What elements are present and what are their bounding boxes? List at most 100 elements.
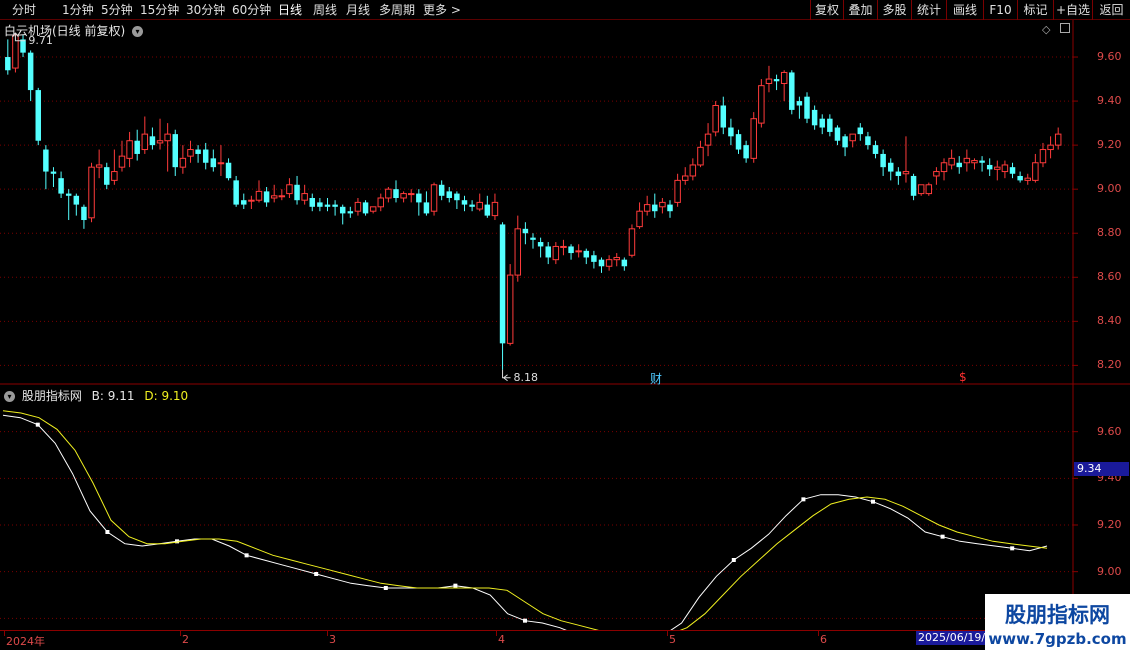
timeframe-tab-9[interactable]: 多周期 bbox=[379, 2, 415, 18]
candle-body-down bbox=[58, 178, 64, 194]
chevron-down-icon[interactable]: ▾ bbox=[132, 26, 144, 37]
timeframe-tab-10[interactable]: 更多 > bbox=[423, 2, 461, 18]
candle-body-up bbox=[286, 184, 293, 195]
candle-body-down bbox=[621, 259, 628, 267]
y-tick-label: 9.60 bbox=[1097, 50, 1122, 64]
timeframe-tab-8[interactable]: 月线 bbox=[346, 2, 370, 18]
candle-body-down bbox=[149, 136, 156, 146]
candle-body-down bbox=[888, 162, 894, 172]
x-tick-label: 2024年 bbox=[6, 635, 45, 648]
timeframe-tab-2[interactable]: 5分钟 bbox=[101, 2, 133, 18]
candle-body-down bbox=[499, 224, 506, 344]
toolbar-button-7[interactable]: +自选 bbox=[1053, 0, 1092, 20]
indicator-point bbox=[1010, 546, 1015, 551]
indicator-point bbox=[244, 553, 249, 558]
candle-body-up bbox=[354, 201, 362, 212]
candle-body-up bbox=[933, 171, 940, 177]
candle-body-up bbox=[270, 195, 278, 199]
candle-body-down bbox=[27, 52, 34, 91]
toolbar-button-2[interactable]: 多股 bbox=[877, 0, 911, 20]
candle-body-down bbox=[545, 246, 551, 258]
candle-body-up bbox=[1032, 162, 1039, 181]
candle-body-up bbox=[712, 104, 719, 133]
candle-body-down bbox=[819, 118, 825, 128]
window-toggle-icon[interactable] bbox=[1060, 23, 1070, 33]
low-marker-arrow bbox=[502, 369, 511, 382]
timeframe-tab-0[interactable]: 分时 bbox=[12, 2, 36, 18]
candle-body-down bbox=[1017, 175, 1023, 181]
b-label: B: bbox=[91, 389, 104, 403]
candle-body-down bbox=[5, 57, 11, 71]
y-tick-label: 8.60 bbox=[1097, 270, 1122, 284]
timeframe-tab-3[interactable]: 15分钟 bbox=[140, 2, 179, 18]
chart-title: 白云机场(日线 前复权) ▾ bbox=[4, 22, 144, 39]
candle-body-down bbox=[827, 118, 833, 132]
stock-title: 白云机场(日线 前复权) bbox=[4, 24, 126, 38]
candle-body-up bbox=[605, 259, 613, 267]
candle-body-up bbox=[971, 160, 978, 164]
x-tick-label: 4 bbox=[498, 633, 505, 646]
candle-body-up bbox=[506, 274, 514, 344]
candle-body-up bbox=[636, 210, 643, 228]
candle-body-down bbox=[743, 145, 749, 159]
candle-body-up bbox=[613, 256, 620, 261]
indicator-chart[interactable] bbox=[0, 385, 1130, 630]
candlestick-chart[interactable] bbox=[0, 20, 1130, 385]
indicator-point bbox=[523, 618, 527, 623]
candle-body-up bbox=[278, 195, 286, 198]
candle-body-up bbox=[575, 250, 582, 253]
candle-body-up bbox=[400, 193, 407, 199]
timeframe-tab-5[interactable]: 60分钟 bbox=[232, 2, 271, 18]
b-value: 9.11 bbox=[107, 389, 135, 403]
y-tick-label: 8.40 bbox=[1097, 314, 1122, 328]
candle-body-down bbox=[454, 193, 460, 201]
toolbar-button-4[interactable]: 画线 bbox=[946, 0, 983, 20]
candle-body-up bbox=[1001, 164, 1009, 173]
watermark: 股朋指标网 www.7gpzb.com bbox=[985, 594, 1130, 650]
indicator-panel[interactable]: ▾ 股朋指标网 B: 9.11 D: 9.10 9.60 9.40 9.20 9.00… bbox=[0, 385, 1130, 630]
candle-body-up bbox=[925, 184, 933, 195]
candle-body-down bbox=[986, 164, 993, 170]
x-tick bbox=[818, 631, 819, 636]
candle-body-down bbox=[317, 202, 323, 207]
diamond-icon[interactable]: ◇ bbox=[1042, 23, 1050, 36]
toolbar-button-8[interactable]: 返回 bbox=[1092, 0, 1130, 20]
main-chart-panel[interactable]: 白云机场(日线 前复权) ▾ ◇ 财 $ 9.60 9.40 9.20 9.00 8.8… bbox=[0, 20, 1130, 386]
candle-body-up bbox=[255, 190, 263, 201]
candle-body-up bbox=[765, 78, 773, 84]
chevron-down-icon[interactable]: ▾ bbox=[4, 391, 15, 402]
dividend-event-marker[interactable]: $ bbox=[959, 370, 967, 384]
candle-body-up bbox=[659, 201, 666, 208]
candle-body-up bbox=[491, 201, 499, 217]
candle-body-up bbox=[674, 179, 681, 203]
toolbar-button-1[interactable]: 叠加 bbox=[843, 0, 877, 20]
candle-body-up bbox=[164, 133, 171, 142]
timeframe-tab-6[interactable]: 日线 bbox=[278, 2, 302, 18]
candle-body-down bbox=[728, 127, 734, 137]
candle-body-up bbox=[758, 85, 765, 124]
candle-body-up bbox=[1039, 149, 1047, 164]
toolbar-button-3[interactable]: 统计 bbox=[911, 0, 946, 20]
candle-body-up bbox=[369, 206, 377, 212]
indicator-point bbox=[801, 497, 806, 502]
candle-body-down bbox=[956, 162, 962, 168]
candle-body-down bbox=[393, 189, 399, 198]
timeframe-tab-4[interactable]: 30分钟 bbox=[186, 2, 225, 18]
timeframe-tab-1[interactable]: 1分钟 bbox=[62, 2, 94, 18]
toolbar-button-5[interactable]: F10 bbox=[983, 0, 1017, 20]
candle-body-down bbox=[195, 149, 201, 154]
toolbar-button-6[interactable]: 标记 bbox=[1017, 0, 1053, 20]
indicator-point bbox=[940, 534, 945, 539]
candle-body-up bbox=[126, 140, 133, 159]
toolbar-button-0[interactable]: 复权 bbox=[810, 0, 843, 20]
candle-body-down bbox=[20, 39, 26, 53]
timeframe-tab-7[interactable]: 周线 bbox=[313, 2, 337, 18]
candle-body-down bbox=[667, 204, 673, 212]
candle-body-up bbox=[385, 188, 392, 199]
candle-body-down bbox=[241, 200, 247, 205]
candle-body-down bbox=[35, 90, 41, 141]
indicator-point bbox=[383, 586, 388, 590]
candle-body-up bbox=[780, 71, 788, 84]
candle-body-down bbox=[773, 79, 780, 82]
candle-body-down bbox=[233, 180, 239, 205]
